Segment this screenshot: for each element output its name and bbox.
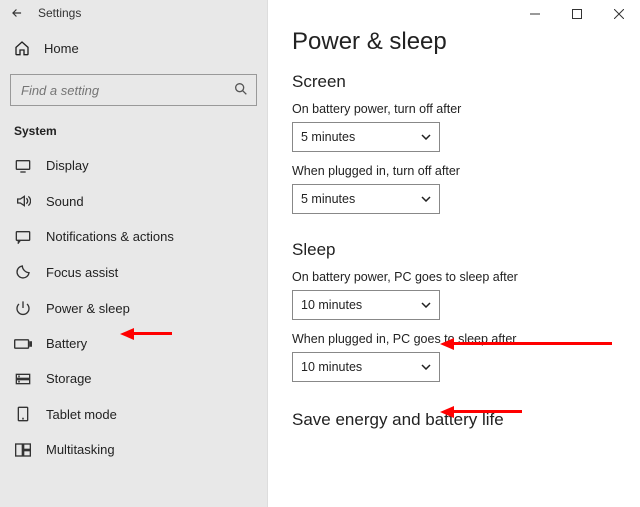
chevron-down-icon	[421, 134, 431, 140]
select-value: 10 minutes	[301, 298, 362, 312]
sleep-heading: Sleep	[292, 240, 616, 260]
sidebar-item-storage[interactable]: Storage	[0, 361, 267, 396]
window-controls	[514, 0, 640, 28]
screen-heading: Screen	[292, 72, 616, 92]
section-label: System	[0, 116, 267, 148]
home-label: Home	[44, 41, 79, 56]
search-icon	[233, 81, 249, 97]
sleep-plugged-select[interactable]: 10 minutes	[292, 352, 440, 382]
save-heading: Save energy and battery life	[292, 410, 616, 430]
focus-icon	[14, 264, 32, 280]
main-content: Power & sleep Screen On battery power, t…	[268, 0, 640, 507]
window-title: Settings	[38, 6, 81, 20]
screen-battery-label: On battery power, turn off after	[292, 102, 616, 116]
sleep-plugged-label: When plugged in, PC goes to sleep after	[292, 332, 616, 346]
minimize-button[interactable]	[514, 0, 556, 28]
sidebar-item-focus[interactable]: Focus assist	[0, 254, 267, 290]
chevron-down-icon	[421, 196, 431, 202]
select-value: 5 minutes	[301, 130, 355, 144]
screen-plugged-label: When plugged in, turn off after	[292, 164, 616, 178]
nav-label: Battery	[46, 336, 87, 351]
home-link[interactable]: Home	[0, 30, 267, 66]
nav-label: Notifications & actions	[46, 229, 174, 244]
nav-label: Power & sleep	[46, 301, 130, 316]
tablet-icon	[14, 406, 32, 422]
storage-icon	[14, 372, 32, 386]
search-input[interactable]	[10, 74, 257, 106]
nav-label: Storage	[46, 371, 92, 386]
sidebar-item-multitasking[interactable]: Multitasking	[0, 432, 267, 467]
search-wrap	[10, 74, 257, 106]
select-value: 5 minutes	[301, 192, 355, 206]
nav-label: Multitasking	[46, 442, 115, 457]
nav-label: Tablet mode	[46, 407, 117, 422]
display-icon	[14, 159, 32, 173]
sidebar-item-sound[interactable]: Sound	[0, 183, 267, 219]
power-icon	[14, 300, 32, 316]
page-title: Power & sleep	[292, 28, 616, 56]
sound-icon	[14, 193, 32, 209]
notifications-icon	[14, 230, 32, 244]
select-value: 10 minutes	[301, 360, 362, 374]
sidebar: Settings Home System Display Sound	[0, 0, 268, 507]
close-button[interactable]	[598, 0, 640, 28]
titlebar: Settings	[0, 0, 267, 26]
home-icon	[14, 40, 30, 56]
screen-battery-select[interactable]: 5 minutes	[292, 122, 440, 152]
nav-label: Focus assist	[46, 265, 118, 280]
back-icon[interactable]	[10, 6, 24, 20]
sidebar-item-display[interactable]: Display	[0, 148, 267, 183]
sidebar-item-notifications[interactable]: Notifications & actions	[0, 219, 267, 254]
maximize-button[interactable]	[556, 0, 598, 28]
sidebar-item-power[interactable]: Power & sleep	[0, 290, 267, 326]
sleep-battery-label: On battery power, PC goes to sleep after	[292, 270, 616, 284]
nav-list: Display Sound Notifications & actions Fo…	[0, 148, 267, 507]
screen-plugged-select[interactable]: 5 minutes	[292, 184, 440, 214]
nav-label: Display	[46, 158, 89, 173]
multitask-icon	[14, 443, 32, 457]
sleep-battery-select[interactable]: 10 minutes	[292, 290, 440, 320]
chevron-down-icon	[421, 364, 431, 370]
sidebar-item-tablet[interactable]: Tablet mode	[0, 396, 267, 432]
nav-label: Sound	[46, 194, 84, 209]
sidebar-item-battery[interactable]: Battery	[0, 326, 267, 361]
chevron-down-icon	[421, 302, 431, 308]
battery-icon	[14, 338, 32, 350]
